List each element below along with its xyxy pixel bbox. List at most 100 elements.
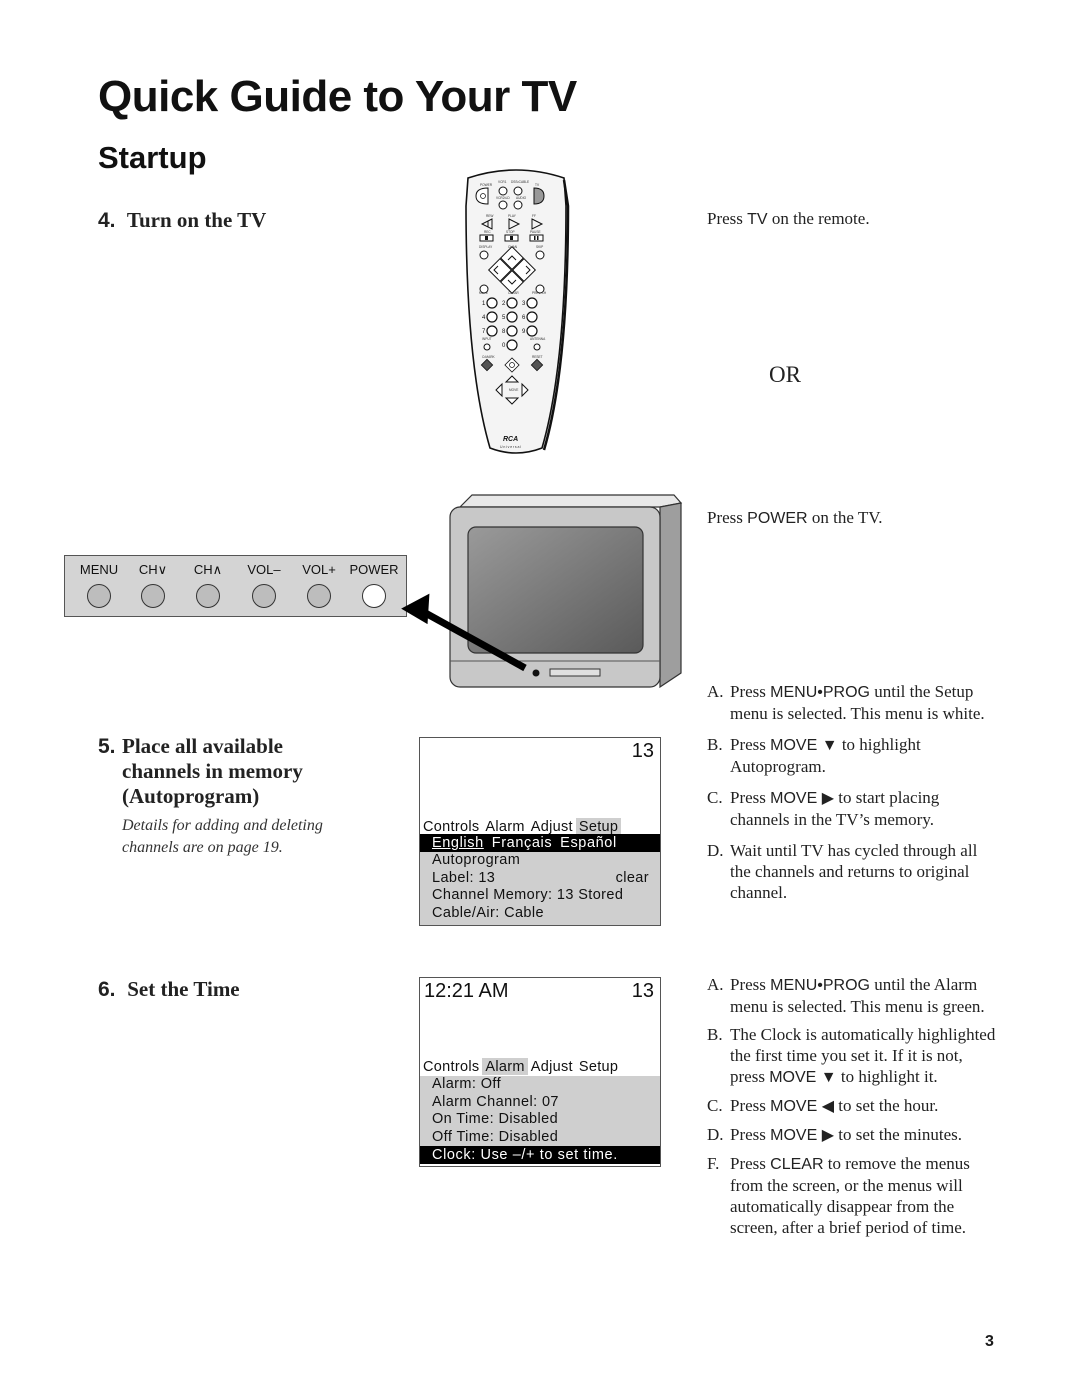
remote-label-antenna: ANTENNA [530,337,546,341]
menu-row: Cable/Air: Cable [432,904,544,921]
note-line: channels are on page 19. [122,839,283,856]
panel-button-menu[interactable] [87,584,111,608]
instruction-text: Press [730,682,771,701]
instruction-text: Press [707,508,748,527]
remote-dss-button [513,186,523,196]
setup-menu-body: Autoprogram Label: 13 clear Channel Memory:… [420,852,660,925]
remote-audio-button [513,200,523,210]
press-power-instruction: Press POWER on the TV. [707,507,883,529]
language-bar: English Français Español [420,834,660,852]
remote-label-rec: REC [484,230,491,234]
instruction-item: C. Press MOVE ▶ to start placing channels… [707,787,997,830]
panel-label: CH∧ [193,562,223,577]
alarm-menu-body: Alarm: Off Alarm Channel: 07 On Time: Disa… [420,1076,660,1146]
instruction-text: Press [730,1125,771,1144]
remote-label-vcr2: VCR2•LD [496,196,510,200]
remote-skip-button [535,250,545,260]
step-5-note: Details for adding and deleting channels… [122,815,323,859]
instruction-label: D. [707,841,724,860]
clock-row-text: Clock: Use –/+ to set time. [432,1147,618,1163]
key-name: MOVE ▼ [770,737,838,754]
instruction-item: C. Press MOVE ◀ to set the hour. [707,1095,997,1117]
instruction-label: B. [707,735,723,754]
page-number: 3 [985,1333,994,1350]
arrow-icon [401,593,527,672]
menu-row-action: clear [615,869,649,886]
remote-mute-button [479,284,489,294]
remote-sub-brand: Universal [500,445,522,449]
press-tv-instruction: Press TV on the remote. [707,208,870,230]
instruction-text: Press [730,1154,771,1173]
menu-tab-alarm: Alarm [485,819,525,835]
instruction-label: A. [707,682,724,701]
menu-row: Alarm Channel: 07 [432,1093,559,1110]
instruction-text: Wait until TV has cycled through all the… [730,841,978,902]
panel-button-volplus[interactable] [307,584,331,608]
instruction-text: on the remote. [767,209,870,228]
instruction-text: to highlight it. [836,1067,938,1086]
clock-display: 12:21 AM [424,980,509,1002]
key-name: CLEAR [770,1156,824,1173]
instruction-text: to set the minutes. [834,1125,962,1144]
instruction-text: Press [707,209,748,228]
instruction-text: to set the hour. [834,1096,939,1115]
key-name: MENU•PROG [770,977,870,994]
instruction-text: on the TV. [807,508,883,527]
panel-label: CH∨ [138,562,168,577]
instruction-label: C. [707,788,723,807]
menu-row: Off Time: Disabled [432,1128,559,1145]
menu-tab-setup: Setup [578,1059,619,1075]
language-option: Español [560,835,617,851]
panel-button-power[interactable] [362,584,386,608]
remote-label-stop: STOP [506,230,515,234]
panel-button-volminus[interactable] [252,584,276,608]
remote-label-rew: REW [486,214,493,218]
step-title-line: (Autoprogram) [122,784,260,808]
alarm-menu-screen: 12:21 AM 13 Controls Alarm Adjust Setup Ala… [419,977,661,1167]
step-5-instructions: A. Press MENU•PROG until the Setup menu i… [707,681,997,913]
remote-input-button [483,343,491,351]
menu-row: Autoprogram [432,852,521,868]
or-separator: OR [769,362,801,387]
instruction-item: D. Press MOVE ▶ to set the minutes. [707,1124,997,1146]
remote-label-power: POWER [480,183,493,187]
remote-vcr2-button [498,200,508,210]
instruction-label: D. [707,1125,724,1144]
step-title-line: channels in memory [122,759,303,783]
remote-prevch-button [535,284,545,294]
instruction-item: B. Press MOVE ▼ to highlight Autoprogram. [707,734,997,777]
panel-label: VOL+ [302,562,336,577]
instruction-label: A. [707,975,724,994]
menu-row: Channel Memory: 13 Stored [432,887,624,903]
note-line: Details for adding and deleting [122,817,323,834]
instruction-text: Press [730,975,771,994]
remote-brand: RCA [503,436,518,443]
menu-tab-setup: Setup [575,818,622,835]
language-option: English [432,835,484,851]
instruction-item: A. Press MENU•PROG until the Alarm menu i… [707,974,997,1017]
instruction-item: A. Press MENU•PROG until the Setup menu i… [707,681,997,724]
key-name: MOVE ▼ [769,1069,837,1086]
page-title: Quick Guide to Your TV [98,72,577,121]
panel-button-ch[interactable] [141,584,165,608]
section-title: Startup [98,140,207,175]
remote-pause-button [529,234,544,242]
remote-display-button [479,250,489,260]
key-name: POWER [747,510,808,527]
remote-label-display: DISPLAY [479,245,493,249]
step-number: 6. [98,978,116,1001]
tv-side [659,502,682,689]
instruction-text: Press [730,735,771,754]
remote-antenna-button [533,343,541,351]
remote-label-input: INPUT [482,337,492,341]
menu-tab-controls: Controls [423,1059,480,1075]
panel-button-ch[interactable] [196,584,220,608]
language-option: Français [491,835,553,851]
remote-label-ff: FF [532,214,536,218]
key-name: MOVE ▶ [770,790,835,807]
menu-tab-adjust: Adjust [530,819,573,835]
menu-tabs: Controls Alarm Adjust Setup [420,1058,660,1075]
channel-number: 13 [631,980,654,1002]
menu-row: Alarm: Off [432,1076,501,1092]
instruction-item: F. Press CLEAR to remove the menus from t… [707,1153,997,1238]
